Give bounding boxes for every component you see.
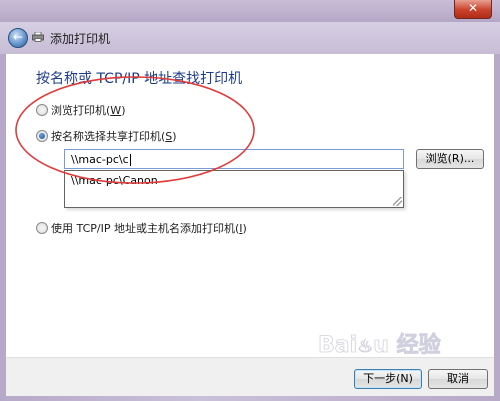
radio-shared[interactable] [36, 130, 48, 142]
cancel-button[interactable]: 取消 [428, 369, 488, 389]
autocomplete-dropdown: \\mac-pc\Canon [64, 170, 404, 208]
option-select-shared[interactable]: 按名称选择共享打印机(S) [36, 128, 177, 144]
watermark-logo: Bai♨u 经验 [318, 332, 441, 359]
next-button[interactable]: 下一步(N) [354, 369, 422, 389]
back-button[interactable]: ← [8, 28, 28, 48]
option-shared-label: 按名称选择共享打印机(S) [51, 130, 177, 143]
page-heading: 按名称或 TCP/IP 地址查找打印机 [36, 71, 243, 87]
window-title: 添加打印机 [50, 32, 111, 46]
window-frame: ✕ ← 添加打印机 按名称或 TCP/IP 地址查找打印机 浏览打印机(W) 按… [0, 0, 500, 401]
option-browse-printers[interactable]: 浏览打印机(W) [36, 102, 125, 118]
option-browse-label: 浏览打印机(W) [51, 104, 126, 117]
close-button[interactable]: ✕ [454, 0, 492, 19]
autocomplete-item[interactable]: \\mac-pc\Canon [71, 174, 158, 187]
printer-icon [32, 32, 44, 42]
radio-tcp-ip[interactable] [36, 222, 48, 234]
wizard-content: 按名称或 TCP/IP 地址查找打印机 浏览打印机(W) 按名称选择共享打印机(… [6, 54, 494, 357]
bottom-bar: 下一步(N) 取消 [6, 357, 494, 396]
navigation-bar: ← 添加打印机 [0, 22, 500, 54]
title-bar[interactable]: ✕ [0, 0, 500, 22]
shared-printer-input-value: \\mac-pc\c [71, 153, 129, 166]
radio-browse[interactable] [36, 104, 48, 116]
back-arrow-icon: ← [12, 30, 24, 44]
option-tcp-label: 使用 TCP/IP 地址或主机名添加打印机(I) [51, 222, 247, 235]
option-tcp-ip[interactable]: 使用 TCP/IP 地址或主机名添加打印机(I) [36, 220, 247, 236]
close-icon: ✕ [467, 1, 479, 15]
browse-button[interactable]: 浏览(R)... [416, 149, 484, 169]
shared-printer-input[interactable]: \\mac-pc\c [64, 149, 404, 169]
text-caret [129, 154, 131, 166]
resize-grip-icon[interactable] [393, 197, 402, 206]
svg-text:Bai♨u 经验: Bai♨u 经验 [318, 332, 441, 358]
